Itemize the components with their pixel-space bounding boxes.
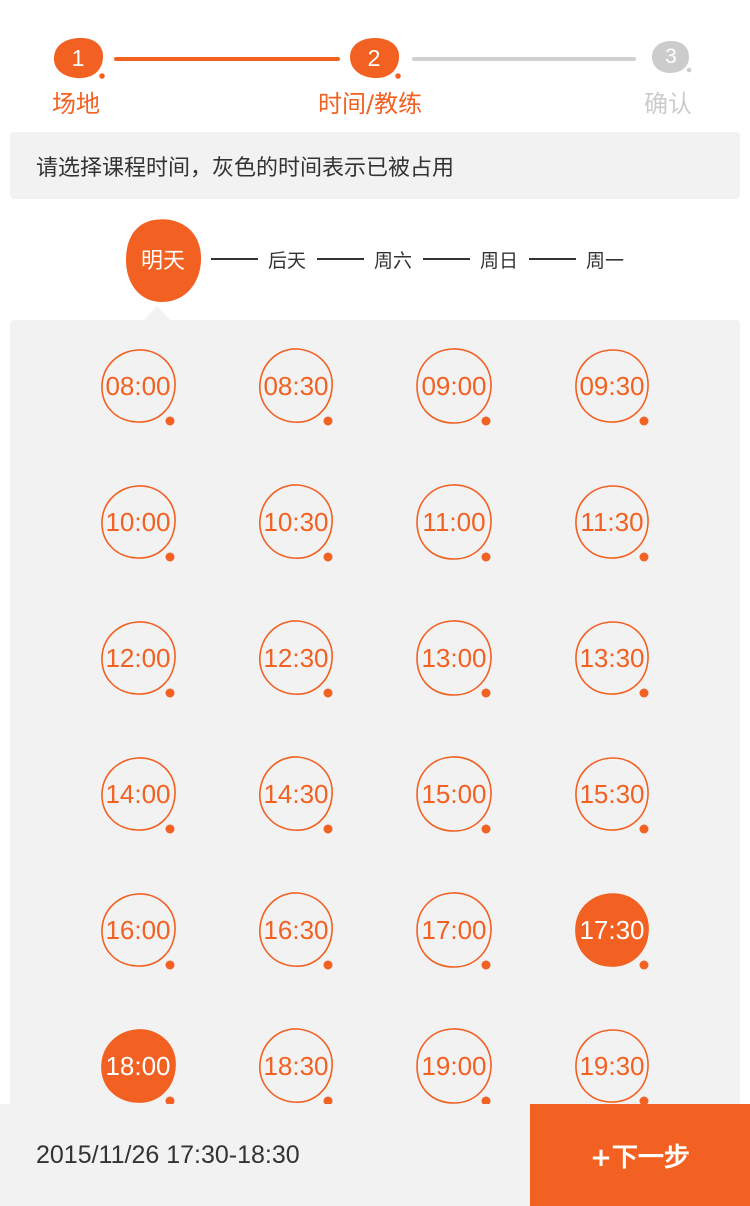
slot-time-label: 13:00 xyxy=(421,642,487,673)
slot-time-label: 11:30 xyxy=(580,506,644,537)
slot-time-label: 15:00 xyxy=(421,778,487,809)
slot-time-label: 10:30 xyxy=(263,506,329,537)
day-connector xyxy=(317,258,364,260)
time-slot[interactable]: 19:30 xyxy=(572,1026,656,1110)
slot-time-label: 16:30 xyxy=(263,914,329,945)
next-step-button[interactable]: +下一步 xyxy=(530,1104,750,1206)
slot-time-label: 14:30 xyxy=(263,778,329,809)
time-slot[interactable]: 13:00 xyxy=(414,618,498,702)
slot-time-label: 09:30 xyxy=(579,370,645,401)
time-slot[interactable]: 09:00 xyxy=(414,346,498,430)
time-slot[interactable]: 16:00 xyxy=(98,890,182,974)
time-slot-grid: 08:00 08:30 09:00 09:30 10:00 10:30 11:00 11:30… xyxy=(10,320,740,1120)
day-tab-label: 明天 xyxy=(140,249,185,274)
slot-time-label: 19:30 xyxy=(579,1050,645,1081)
step-1-number: 1 xyxy=(71,44,85,71)
step-2-number: 2 xyxy=(367,44,381,71)
slot-time-label: 14:00 xyxy=(105,778,171,809)
slot-time-label: 08:00 xyxy=(105,370,171,401)
time-slot[interactable]: 18:30 xyxy=(256,1026,340,1110)
time-slot[interactable]: 12:00 xyxy=(98,618,182,702)
day-connector xyxy=(529,258,576,260)
slot-time-label: 09:00 xyxy=(421,370,487,401)
bottom-action-bar: 2015/11/26 17:30-18:30 +下一步 xyxy=(0,1104,750,1206)
step-2-indicator[interactable]: 2 xyxy=(348,36,403,81)
slot-time-label: 13:30 xyxy=(579,642,645,673)
time-selection-hint: 请选择课程时间，灰色的时间表示已被占用 xyxy=(10,132,740,199)
slot-time-label: 15:30 xyxy=(579,778,645,809)
step-2-label[interactable]: 时间/教练 xyxy=(318,84,422,119)
step-1-indicator[interactable]: 1 xyxy=(52,36,107,81)
time-slot[interactable]: 12:30 xyxy=(256,618,340,702)
slot-time-label: 17:00 xyxy=(421,914,487,945)
time-slot[interactable]: 15:30 xyxy=(572,754,656,838)
slot-time-label: 12:30 xyxy=(263,642,329,673)
time-slot[interactable]: 13:30 xyxy=(572,618,656,702)
time-slot[interactable]: 16:30 xyxy=(256,890,340,974)
progress-stepper: 1 2 3 场地 时间/教练 确认 xyxy=(0,0,750,125)
slot-time-label: 18:30 xyxy=(263,1050,329,1081)
time-slot-selected[interactable]: 18:00 xyxy=(98,1026,182,1110)
step-3-label[interactable]: 确认 xyxy=(644,84,692,119)
step-3-number: 3 xyxy=(665,45,677,68)
day-tab[interactable]: 后天 xyxy=(268,246,306,273)
selected-day-pointer xyxy=(144,306,170,320)
step-1-label[interactable]: 场地 xyxy=(52,84,100,119)
slot-time-label: 08:30 xyxy=(263,370,329,401)
time-slot[interactable]: 11:00 xyxy=(414,482,498,566)
day-tab[interactable]: 周一 xyxy=(586,246,624,273)
time-slot[interactable]: 09:30 xyxy=(572,346,656,430)
time-slot[interactable]: 19:00 xyxy=(414,1026,498,1110)
time-slot[interactable]: 14:00 xyxy=(98,754,182,838)
step-connector-1 xyxy=(114,57,340,61)
day-connector xyxy=(211,258,258,260)
time-slot[interactable]: 14:30 xyxy=(256,754,340,838)
slot-time-label: 10:00 xyxy=(105,506,171,537)
slot-time-label: 19:00 xyxy=(421,1050,487,1081)
time-slot[interactable]: 17:00 xyxy=(414,890,498,974)
day-connector xyxy=(423,258,470,260)
time-slot[interactable]: 11:30 xyxy=(572,482,656,566)
slot-time-label: 16:00 xyxy=(105,914,171,945)
slot-time-label: 18:00 xyxy=(105,1050,171,1081)
time-slot[interactable]: 08:30 xyxy=(256,346,340,430)
slot-time-label: 11:00 xyxy=(422,506,486,537)
time-slot[interactable]: 10:30 xyxy=(256,482,340,566)
time-slot[interactable]: 15:00 xyxy=(414,754,498,838)
time-slot-selected[interactable]: 17:30 xyxy=(572,890,656,974)
day-tab[interactable]: 周六 xyxy=(374,246,412,273)
day-tab[interactable]: 周日 xyxy=(480,246,518,273)
time-slot[interactable]: 10:00 xyxy=(98,482,182,566)
slot-time-label: 12:00 xyxy=(105,642,171,673)
day-selector: 明天 后天 周六 周日 周一 xyxy=(0,212,750,320)
day-tab-selected[interactable]: 明天 xyxy=(124,218,202,302)
slot-time-label: 17:30 xyxy=(579,914,645,945)
selected-time-summary: 2015/11/26 17:30-18:30 xyxy=(36,1140,300,1169)
step-connector-2 xyxy=(412,57,636,61)
step-3-indicator[interactable]: 3 xyxy=(651,40,693,74)
time-slot[interactable]: 08:00 xyxy=(98,346,182,430)
